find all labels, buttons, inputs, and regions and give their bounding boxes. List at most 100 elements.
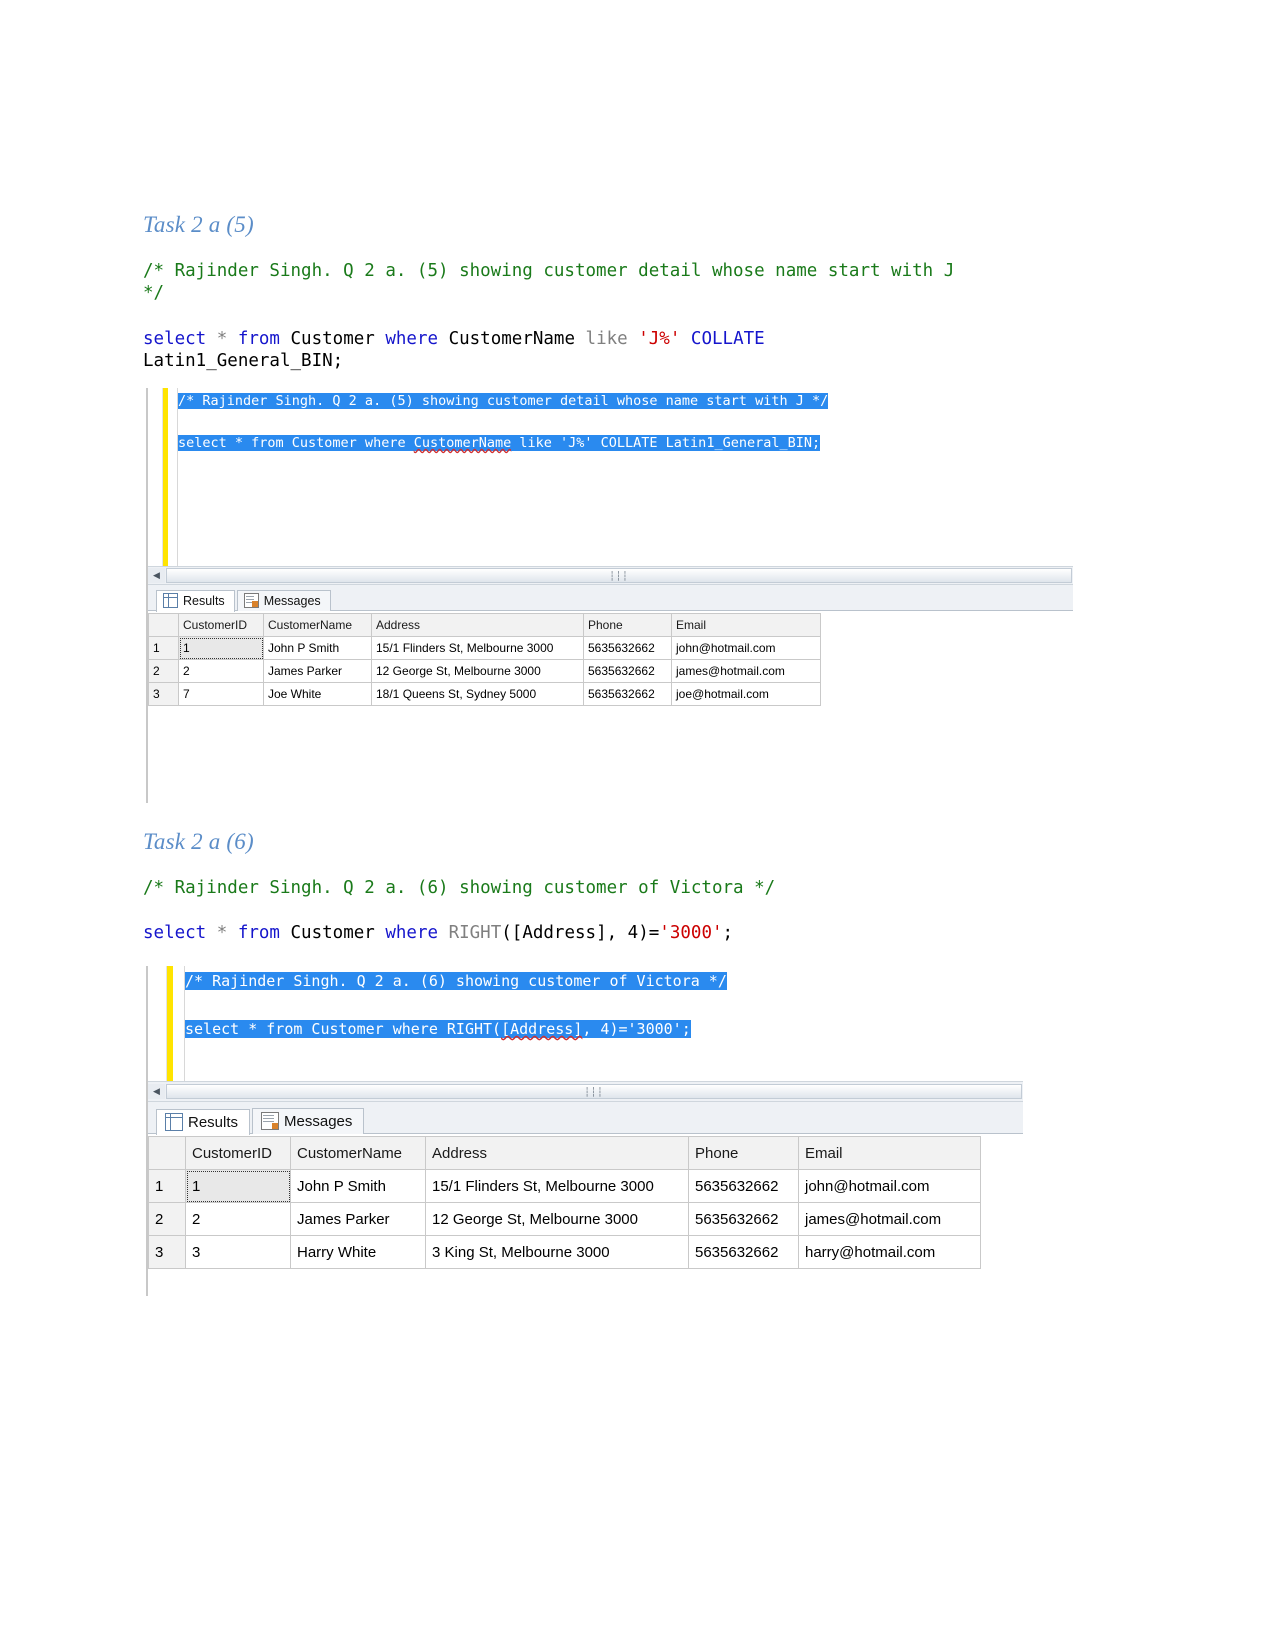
cell-customerid[interactable]: 3 — [185, 1235, 291, 1269]
grid-col-customerid[interactable]: CustomerID — [178, 613, 264, 637]
scrollbar-thumb[interactable]: ┆┆┆ — [166, 1084, 1022, 1099]
editor-line-3-part-a: select * from Customer where RIGHT( — [185, 1020, 502, 1038]
sql-semicolon: ; — [722, 923, 734, 943]
grid-header-row: CustomerID CustomerName Address Phone Em… — [148, 1136, 981, 1170]
comment-line-2: */ — [143, 283, 165, 303]
query-editor-2[interactable]: /* Rajinder Singh. Q 2 a. (6) showing cu… — [148, 966, 1023, 1081]
cell-email[interactable]: john@hotmail.com — [671, 636, 821, 660]
row-number[interactable]: 1 — [148, 636, 179, 660]
cell-email[interactable]: harry@hotmail.com — [798, 1235, 981, 1269]
cell-customerid[interactable]: 2 — [178, 659, 264, 683]
grid-col-phone[interactable]: Phone — [583, 613, 672, 637]
grid-col-rownum[interactable] — [148, 613, 179, 637]
cell-customerid[interactable]: 1 — [185, 1169, 291, 1203]
grid-col-address[interactable]: Address — [425, 1136, 689, 1170]
tab-results-label: Results — [188, 1113, 239, 1131]
query-editor-1[interactable]: /* Rajinder Singh. Q 2 a. (5) showing cu… — [148, 388, 1073, 566]
editor-code-lines[interactable]: /* Rajinder Singh. Q 2 a. (5) showing cu… — [178, 388, 1073, 566]
tab-messages-2[interactable]: Messages — [252, 1108, 365, 1134]
grid-col-email[interactable]: Email — [798, 1136, 981, 1170]
editor-line-3-part-c: , 4)='3000'; — [582, 1020, 691, 1038]
cell-address[interactable]: 15/1 Flinders St, Melbourne 3000 — [371, 636, 584, 660]
table-row[interactable]: 2 2 James Parker 12 George St, Melbourne… — [148, 659, 821, 683]
page-title-task-2a-5: Task 2 a (5) — [143, 212, 254, 237]
cell-customername[interactable]: Harry White — [290, 1235, 426, 1269]
cell-address[interactable]: 12 George St, Melbourne 3000 — [371, 659, 584, 683]
editor-outer-gutter — [148, 388, 163, 566]
grid-col-customername[interactable]: CustomerName — [263, 613, 372, 637]
grid-header-row: CustomerID CustomerName Address Phone Em… — [148, 613, 821, 637]
results-grid-2[interactable]: CustomerID CustomerName Address Phone Em… — [148, 1136, 981, 1269]
scroll-left-arrow-icon[interactable]: ◀ — [148, 568, 165, 583]
grid-col-phone[interactable]: Phone — [688, 1136, 799, 1170]
document-page: Task 2 a (5) /* Rajinder Singh. Q 2 a. (… — [0, 0, 1275, 1650]
sql-collation-name: Latin1_General_BIN; — [143, 351, 344, 371]
cell-phone[interactable]: 5635632662 — [583, 682, 672, 706]
scrollbar-grip-icon: ┆┆┆ — [584, 1087, 604, 1097]
cell-customername[interactable]: James Parker — [263, 659, 372, 683]
row-number[interactable]: 1 — [148, 1169, 186, 1203]
cell-phone[interactable]: 5635632662 — [688, 1202, 799, 1236]
results-grid-wrapper-1: CustomerID CustomerName Address Phone Em… — [148, 611, 1073, 798]
grid-col-rownum[interactable] — [148, 1136, 186, 1170]
results-tabstrip-1[interactable]: Results Messages — [148, 585, 1073, 612]
tab-results-2[interactable]: Results — [156, 1109, 251, 1135]
cell-address[interactable]: 3 King St, Melbourne 3000 — [425, 1235, 689, 1269]
table-row[interactable]: 3 3 Harry White 3 King St, Melbourne 300… — [148, 1235, 981, 1269]
table-row[interactable]: 1 1 John P Smith 15/1 Flinders St, Melbo… — [148, 636, 821, 660]
grid-col-address[interactable]: Address — [371, 613, 584, 637]
editor-outer-gutter — [148, 966, 167, 1081]
cell-customername[interactable]: Joe White — [263, 682, 372, 706]
results-tabstrip-2[interactable]: Results Messages — [148, 1102, 1023, 1135]
cell-address[interactable]: 12 George St, Melbourne 3000 — [425, 1202, 689, 1236]
cell-customerid[interactable]: 2 — [185, 1202, 291, 1236]
table-row[interactable]: 1 1 John P Smith 15/1 Flinders St, Melbo… — [148, 1169, 981, 1203]
sql-function-right: RIGHT — [438, 923, 502, 943]
cell-customername[interactable]: John P Smith — [290, 1169, 426, 1203]
cell-phone[interactable]: 5635632662 — [688, 1235, 799, 1269]
cell-phone[interactable]: 5635632662 — [583, 636, 672, 660]
grid-icon — [163, 593, 178, 608]
editor-horizontal-scrollbar-2[interactable]: ◀ ┆┆┆ — [148, 1081, 1023, 1102]
scroll-left-arrow-icon[interactable]: ◀ — [148, 1084, 165, 1099]
cell-address[interactable]: 18/1 Queens St, Sydney 5000 — [371, 682, 584, 706]
ssms-window-2: /* Rajinder Singh. Q 2 a. (6) showing cu… — [146, 966, 1023, 1296]
results-grid-1[interactable]: CustomerID CustomerName Address Phone Em… — [148, 613, 821, 706]
sql-table-name: Customer — [279, 923, 386, 943]
sql-column-name: CustomerName — [438, 329, 586, 349]
tab-messages-1[interactable]: Messages — [236, 590, 331, 611]
row-number[interactable]: 2 — [148, 1202, 186, 1236]
sql-pattern-literal: 'J%' — [627, 329, 691, 349]
tab-results-1[interactable]: Results — [156, 590, 235, 612]
grid-col-customerid[interactable]: CustomerID — [185, 1136, 291, 1170]
cell-phone[interactable]: 5635632662 — [688, 1169, 799, 1203]
row-number[interactable]: 3 — [148, 1235, 186, 1269]
grid-col-email[interactable]: Email — [671, 613, 821, 637]
comment-line-1: /* Rajinder Singh. Q 2 a. (6) showing cu… — [143, 878, 776, 898]
results-grid-wrapper-2: CustomerID CustomerName Address Phone Em… — [148, 1134, 1023, 1296]
sql-statement-1: select * from Customer where CustomerNam… — [143, 328, 1073, 372]
cell-address[interactable]: 15/1 Flinders St, Melbourne 3000 — [425, 1169, 689, 1203]
row-number[interactable]: 2 — [148, 659, 179, 683]
scrollbar-thumb[interactable]: ┆┆┆ — [166, 568, 1072, 583]
editor-code-lines[interactable]: /* Rajinder Singh. Q 2 a. (6) showing cu… — [185, 966, 1023, 1081]
sql-keyword-where: where — [385, 329, 439, 349]
cell-email[interactable]: john@hotmail.com — [798, 1169, 981, 1203]
cell-phone[interactable]: 5635632662 — [583, 659, 672, 683]
cell-customerid[interactable]: 1 — [178, 636, 264, 660]
editor-line-1-text: /* Rajinder Singh. Q 2 a. (5) showing cu… — [178, 393, 829, 409]
cell-customerid[interactable]: 7 — [178, 682, 264, 706]
table-row[interactable]: 2 2 James Parker 12 George St, Melbourne… — [148, 1202, 981, 1236]
row-number[interactable]: 3 — [148, 682, 179, 706]
comment-block-1: /* Rajinder Singh. Q 2 a. (5) showing cu… — [143, 260, 1073, 304]
cell-email[interactable]: james@hotmail.com — [798, 1202, 981, 1236]
sql-statement-2: select * from Customer where RIGHT([Addr… — [143, 922, 1073, 944]
editor-line-1: /* Rajinder Singh. Q 2 a. (5) showing cu… — [178, 391, 1073, 412]
grid-col-customername[interactable]: CustomerName — [290, 1136, 426, 1170]
cell-email[interactable]: james@hotmail.com — [671, 659, 821, 683]
editor-horizontal-scrollbar-1[interactable]: ◀ ┆┆┆ — [148, 566, 1073, 585]
cell-customername[interactable]: John P Smith — [263, 636, 372, 660]
cell-customername[interactable]: James Parker — [290, 1202, 426, 1236]
table-row[interactable]: 3 7 Joe White 18/1 Queens St, Sydney 500… — [148, 682, 821, 706]
cell-email[interactable]: joe@hotmail.com — [671, 682, 821, 706]
